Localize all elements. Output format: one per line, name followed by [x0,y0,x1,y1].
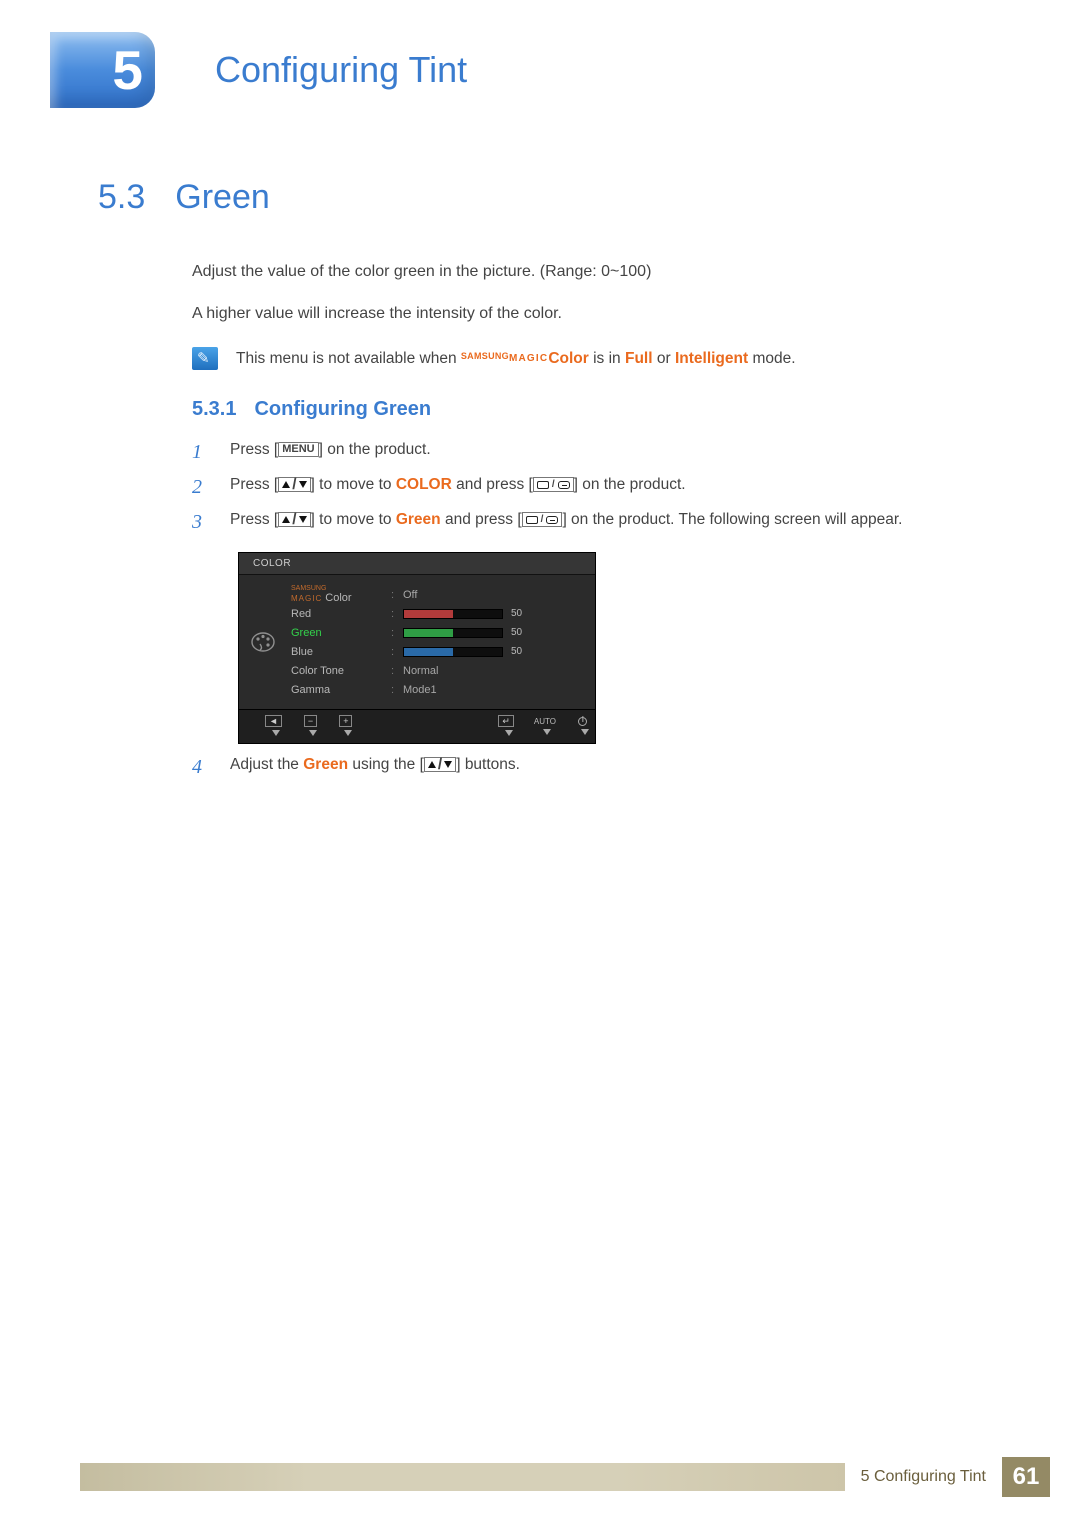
step-text: ] on the product. [319,441,431,458]
note-mid2: or [653,350,675,367]
note-text: This menu is not available when SAMSUNGM… [236,350,796,368]
source-enter-key-icon: / [533,477,574,492]
section-title: Green [175,178,270,217]
step-2: 2 Press [/] to move to COLOR and press [… [192,476,1000,499]
osd-magic-suffix: Color [322,592,351,604]
subsection-number: 5.3.1 [192,398,236,421]
menu-key-icon: MENU [278,442,318,457]
chapter-header: 5 Configuring Tint [0,0,1080,108]
steps-list-cont: 4 Adjust the Green using the [/] buttons… [192,756,1000,779]
note: This menu is not available when SAMSUNGM… [192,347,1000,370]
steps-list: 1 Press [MENU] on the product. 2 Press [… [192,441,1000,534]
osd-magic-label: MAGIC [291,594,322,603]
osd-value: Mode1 [403,684,437,696]
note-after: mode. [748,350,795,367]
osd-row-green: Green : 50 [291,623,581,642]
section-number: 5.3 [98,178,145,217]
step-text: Press [ [230,441,278,458]
chapter-number: 5 [112,38,143,102]
subsection-title: Configuring Green [254,398,431,421]
osd-value: Off [403,589,417,601]
color-word: COLOR [396,476,452,493]
note-mid1: is in [589,350,625,367]
step-text: using the [ [348,756,424,773]
step-1: 1 Press [MENU] on the product. [192,441,1000,464]
note-text-before: This menu is not available when [236,350,461,367]
osd-blue-bar [403,647,503,657]
step-3: 3 Press [/] to move to Green and press [… [192,511,1000,534]
chapter-number-tab: 5 [50,32,155,108]
osd-enter-icon: ↵ [498,715,514,736]
up-down-key-icon: / [278,477,310,492]
step-text: ] buttons. [456,756,520,773]
osd-plus-icon: + [339,715,352,736]
step-text: Press [ [230,511,278,528]
osd-title: COLOR [239,553,595,575]
chapter-title: Configuring Tint [215,49,467,91]
green-word: Green [396,511,441,528]
osd-screenshot: COLOR SAMSUNGMAGIC Color : Off [238,552,1000,744]
osd-minus-icon: − [304,715,317,736]
osd-row-tone: Color Tone : Normal [291,661,581,680]
osd-value: 50 [511,627,522,638]
osd-value: 50 [511,646,522,657]
subsection-heading: 5.3.1 Configuring Green [192,398,1000,421]
footer-page-number: 61 [1002,1457,1050,1497]
step-text: ] to move to [311,476,396,493]
osd-footer: ◄ − + ↵ AUTO [239,709,595,743]
osd-row-magic-color: SAMSUNGMAGIC Color : Off [291,585,581,604]
osd-red-bar [403,609,503,619]
osd-back-icon: ◄ [265,715,282,736]
note-pencil-icon [192,347,218,370]
intro-paragraph-1: Adjust the value of the color green in t… [192,263,1000,281]
osd-label: Red [291,608,391,620]
note-full-word: Full [625,350,653,367]
step-text: and press [ [441,511,522,528]
step-number: 3 [192,511,208,534]
footer-crumb: 5 Configuring Tint [861,1468,986,1486]
osd-value: Normal [403,665,438,677]
footer-strip [80,1463,845,1491]
note-color-word: Color [548,350,588,367]
green-word: Green [303,756,348,773]
magic-label: MAGIC [509,354,548,364]
osd-row-red: Red : 50 [291,604,581,623]
osd-green-bar [403,628,503,638]
osd-label: Green [291,627,391,639]
osd-row-gamma: Gamma : Mode1 [291,680,581,699]
source-enter-key-icon: / [522,512,563,527]
step-number: 1 [192,441,208,464]
osd-value: 50 [511,608,522,619]
step-4: 4 Adjust the Green using the [/] buttons… [192,756,1000,779]
step-text: Press [ [230,476,278,493]
samsung-label: SAMSUNG [461,352,509,361]
note-intelligent-word: Intelligent [675,350,748,367]
up-down-key-icon: / [278,512,310,527]
osd-label: Color Tone [291,665,391,677]
osd-samsung-label: SAMSUNG [291,585,391,592]
step-number: 2 [192,476,208,499]
intro-paragraph-2: A higher value will increase the intensi… [192,305,1000,323]
osd-power-icon [576,717,589,735]
osd-label: Blue [291,646,391,658]
section-heading: 5.3 Green [98,178,1000,217]
osd-row-blue: Blue : 50 [291,642,581,661]
step-text: ] on the product. [574,476,686,493]
step-text: ] on the product. The following screen w… [562,511,902,528]
step-text: and press [ [452,476,533,493]
osd-palette-icon [239,575,287,709]
footer-bar: 5 Configuring Tint 61 [80,1457,1050,1497]
osd-auto-label: AUTO [534,717,556,735]
step-text: Adjust the [230,756,303,773]
osd-label: Gamma [291,684,391,696]
up-down-key-icon: / [424,757,456,772]
step-number: 4 [192,756,208,779]
step-text: ] to move to [311,511,396,528]
